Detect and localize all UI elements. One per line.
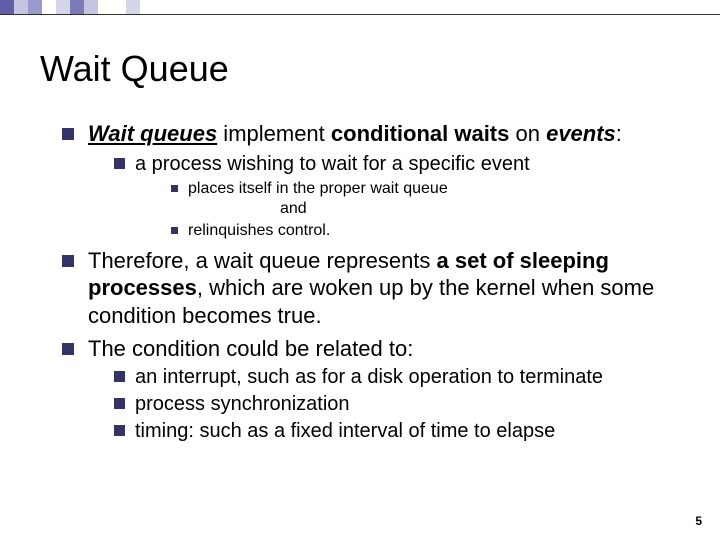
hollow-square-bullet-icon <box>114 371 125 382</box>
bullet-3: The condition could be related to: an in… <box>62 335 690 444</box>
bullet-1-1-2: relinquishes control. <box>171 221 690 241</box>
hollow-square-bullet-icon <box>114 425 125 436</box>
bullet-1-1-1: places itself in the proper wait queue <box>171 179 690 199</box>
square-bullet-icon <box>62 255 74 267</box>
text: process synchronization <box>135 392 690 417</box>
bullet-3-1: an interrupt, such as for a disk operati… <box>114 365 690 390</box>
text: places itself in the proper wait queue <box>188 179 690 199</box>
text: conditional waits <box>331 121 509 146</box>
bullet-3-2: process synchronization <box>114 392 690 417</box>
text: a process wishing to wait for a specific… <box>135 153 530 175</box>
square-bullet-icon <box>62 128 74 140</box>
small-square-bullet-icon <box>171 185 178 192</box>
bullet-1: Wait queues implement conditional waits … <box>62 120 690 241</box>
page-number: 5 <box>695 514 702 528</box>
text: Wait queues <box>88 121 217 146</box>
text: : <box>616 121 622 146</box>
bullet-2: Therefore, a wait queue represents a set… <box>62 247 690 330</box>
divider <box>0 14 720 15</box>
bullet-3-3: timing: such as a fixed interval of time… <box>114 419 690 444</box>
small-square-bullet-icon <box>171 227 178 234</box>
hollow-square-bullet-icon <box>114 398 125 409</box>
square-bullet-icon <box>62 343 74 355</box>
text: timing: such as a fixed interval of time… <box>135 419 690 444</box>
text: relinquishes control. <box>188 221 690 241</box>
decor-squares <box>0 0 140 14</box>
text: Therefore, a wait queue represents <box>88 248 437 273</box>
slide-body: Wait queues implement conditional waits … <box>62 120 690 450</box>
text: an interrupt, such as for a disk operati… <box>135 365 690 390</box>
text: The condition could be related to: <box>88 336 413 361</box>
text-and: and <box>280 199 690 219</box>
bullet-1-1: a process wishing to wait for a specific… <box>114 152 690 241</box>
hollow-square-bullet-icon <box>114 158 125 169</box>
text: on <box>509 121 546 146</box>
text: implement <box>217 121 331 146</box>
slide-title: Wait Queue <box>40 48 229 90</box>
text: events <box>546 121 616 146</box>
